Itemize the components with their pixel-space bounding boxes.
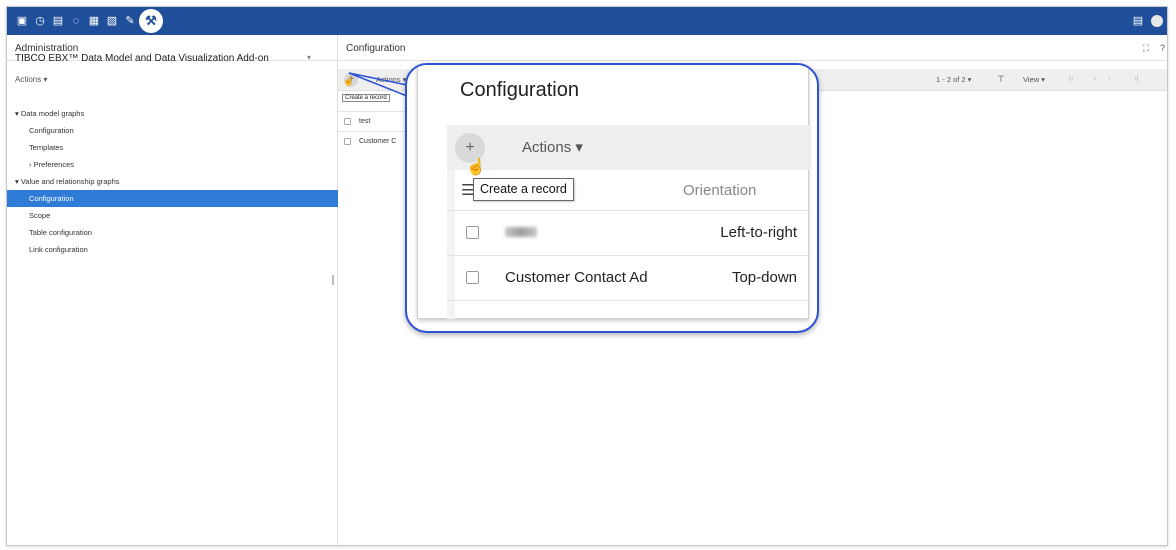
grid-icon[interactable]: ▤ xyxy=(1131,14,1145,28)
actions-menu[interactable]: Actions ▾ xyxy=(15,75,47,84)
row-name: Customer C xyxy=(359,138,397,145)
tree-item-configuration-selected[interactable]: Configuration xyxy=(7,190,338,207)
edit-document-icon[interactable]: ▧ xyxy=(105,14,119,28)
actions-menu[interactable]: Actions ▾ xyxy=(376,75,406,84)
row-name: Customer Contact Ad xyxy=(505,269,648,286)
bulb-icon[interactable]: ◌ xyxy=(69,14,83,28)
row-checkbox[interactable] xyxy=(466,271,479,284)
pagination-info[interactable]: 1 - 2 of 2 ▾ xyxy=(936,75,971,84)
top-navigation-bar: ▣ ◷ ▤ ◌ ▦ ▧ ✎ ⚒ ▤ xyxy=(7,7,1167,35)
hand-cursor-icon: ☝ xyxy=(343,76,355,86)
zoom-callout: Configuration + Actions ▾ ☰ Create a rec… xyxy=(405,63,819,333)
wrench-icon[interactable]: ⚒ xyxy=(139,9,163,33)
pane-splitter-handle[interactable] xyxy=(332,275,334,285)
tree-item-templates[interactable]: Templates xyxy=(7,139,338,156)
table-row[interactable]: Left-to-right xyxy=(447,210,809,255)
data-model-title: TIBCO EBX™ Data Model and Data Visualiza… xyxy=(15,53,269,64)
help-icon[interactable]: ? xyxy=(1160,43,1165,53)
filter-icon[interactable]: ⊤ xyxy=(997,74,1005,85)
row-checkbox[interactable] xyxy=(466,226,479,239)
last-page-button[interactable]: ›| xyxy=(1134,74,1139,83)
database-icon[interactable]: ▣ xyxy=(15,14,29,28)
zoomed-title: Configuration xyxy=(460,79,579,101)
zoomed-toolbar: + Actions ▾ xyxy=(447,125,809,170)
navigation-tree: ▾ Data model graphs Configuration Templa… xyxy=(7,105,338,258)
actions-menu[interactable]: Actions ▾ xyxy=(522,138,583,156)
tree-item-preferences[interactable]: › Preferences xyxy=(7,156,338,173)
row-checkbox[interactable] xyxy=(344,117,351,125)
zoomed-panel: Configuration + Actions ▾ ☰ Create a rec… xyxy=(417,65,809,319)
first-page-button[interactable]: |‹ xyxy=(1069,74,1074,83)
tree-item-table-configuration[interactable]: Table configuration xyxy=(7,224,338,241)
previous-page-button[interactable]: ‹ xyxy=(1094,74,1097,83)
tree-item-configuration[interactable]: Configuration xyxy=(7,122,338,139)
pane-title: Configuration xyxy=(338,35,1167,61)
user-avatar-icon[interactable] xyxy=(1151,15,1163,27)
clock-icon[interactable]: ◷ xyxy=(33,14,47,28)
tooltip: Create a record xyxy=(342,94,390,102)
tree-item-link-configuration[interactable]: Link configuration xyxy=(7,241,338,258)
tree-item-data-model-graphs[interactable]: ▾ Data model graphs xyxy=(7,105,338,122)
row-orientation: Left-to-right xyxy=(720,224,797,241)
view-menu[interactable]: View ▾ xyxy=(1023,75,1045,84)
tree-item-scope[interactable]: Scope xyxy=(7,207,338,224)
hand-cursor-icon: ☝ xyxy=(466,159,486,176)
row-checkbox[interactable] xyxy=(344,137,351,145)
tree-item-value-relationship-graphs[interactable]: ▾ Value and relationship graphs xyxy=(7,173,338,190)
row-orientation: Top-down xyxy=(731,269,797,286)
column-header-orientation[interactable]: Orientation xyxy=(683,182,756,199)
blurred-name xyxy=(505,227,537,237)
table-row[interactable]: Customer Contact Ad Top-down xyxy=(447,255,809,300)
next-page-button[interactable]: › xyxy=(1108,74,1111,83)
row-name: test xyxy=(359,118,371,125)
fullscreen-icon[interactable]: ⛶ xyxy=(1143,43,1149,54)
document-check-icon[interactable]: ▤ xyxy=(51,14,65,28)
tooltip: Create a record xyxy=(473,178,574,201)
stack-icon[interactable]: ▦ xyxy=(87,14,101,28)
chevron-down-icon[interactable]: ▾ xyxy=(307,53,311,62)
table-row[interactable] xyxy=(447,300,809,319)
pin-icon[interactable]: ✎ xyxy=(123,14,137,28)
